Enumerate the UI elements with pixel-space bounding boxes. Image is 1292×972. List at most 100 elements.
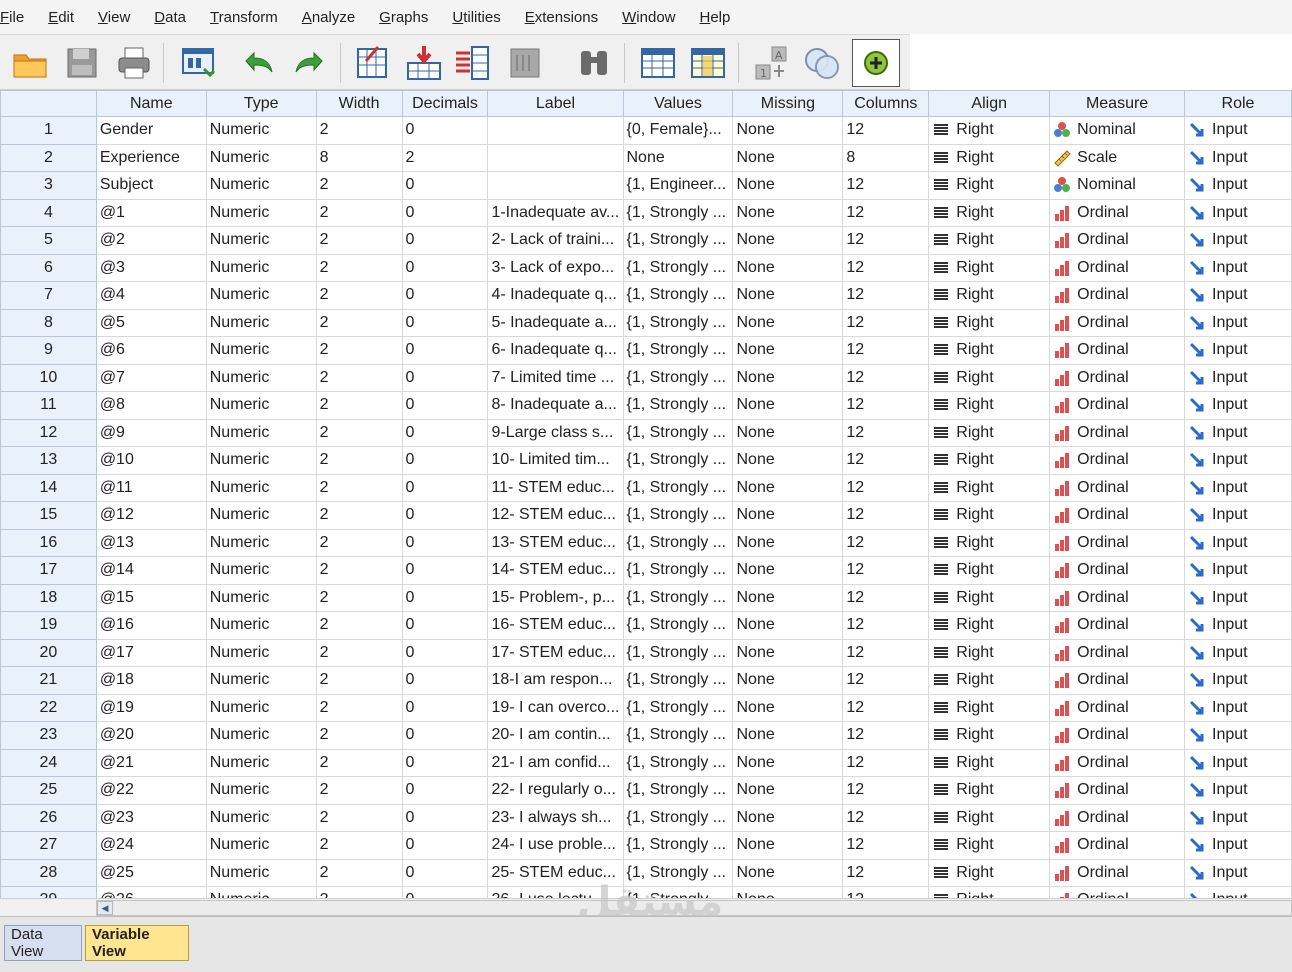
cell-missing[interactable]: None — [732, 611, 844, 640]
cell-decimals[interactable]: 0 — [401, 583, 489, 612]
cell-columns[interactable]: 12 — [842, 638, 930, 667]
cell-align[interactable]: Right — [928, 281, 1051, 310]
cell-measure[interactable]: Scale — [1049, 143, 1186, 172]
cell-name[interactable]: @26 — [95, 886, 207, 898]
cell-decimals[interactable]: 0 — [401, 721, 489, 750]
cell-values[interactable]: {1, Strongly ... — [622, 473, 734, 502]
cell-role[interactable]: Input — [1184, 116, 1292, 145]
cell-measure[interactable]: Ordinal — [1049, 803, 1186, 832]
menu-file[interactable]: File — [0, 0, 36, 34]
cell-type[interactable]: Numeric — [205, 666, 317, 695]
cell-values[interactable]: {1, Strongly ... — [622, 281, 734, 310]
cell-columns[interactable]: 12 — [842, 748, 930, 777]
cell-measure[interactable]: Ordinal — [1049, 776, 1186, 805]
cell-measure[interactable]: Ordinal — [1049, 253, 1186, 282]
cell-name[interactable]: @8 — [95, 391, 207, 420]
cell-missing[interactable]: None — [732, 831, 844, 860]
cell-name[interactable]: @4 — [95, 281, 207, 310]
menu-window[interactable]: Window — [610, 0, 687, 34]
cell-decimals[interactable]: 0 — [401, 253, 489, 282]
cell-width[interactable]: 2 — [315, 336, 403, 365]
cell-label[interactable]: 16- STEM educ... — [487, 611, 624, 640]
cell-measure[interactable]: Ordinal — [1049, 721, 1186, 750]
row-number[interactable]: 5 — [0, 226, 97, 255]
cell-align[interactable]: Right — [928, 666, 1051, 695]
cell-name[interactable]: @11 — [95, 473, 207, 502]
cell-missing[interactable]: None — [732, 308, 844, 337]
cell-missing[interactable]: None — [732, 556, 844, 585]
cell-values[interactable]: {1, Strongly ... — [622, 776, 734, 805]
cell-label[interactable]: 22- I regularly o... — [487, 776, 624, 805]
cell-name[interactable]: @2 — [95, 226, 207, 255]
cell-decimals[interactable]: 0 — [401, 748, 489, 777]
cell-name[interactable]: @18 — [95, 666, 207, 695]
cell-role[interactable]: Input — [1184, 308, 1292, 337]
cell-measure[interactable]: Ordinal — [1049, 858, 1186, 887]
cell-width[interactable]: 2 — [315, 666, 403, 695]
cell-width[interactable]: 2 — [315, 391, 403, 420]
cell-missing[interactable]: None — [732, 666, 844, 695]
cell-values[interactable]: {1, Strongly ... — [622, 666, 734, 695]
cell-measure[interactable]: Ordinal — [1049, 418, 1186, 447]
cell-missing[interactable]: None — [732, 501, 844, 530]
row-number[interactable]: 7 — [0, 281, 97, 310]
cell-name[interactable]: Experience — [95, 143, 207, 172]
cell-name[interactable]: @16 — [95, 611, 207, 640]
row-number[interactable]: 20 — [0, 638, 97, 667]
cell-label[interactable]: 12- STEM educ... — [487, 501, 624, 530]
menu-graphs[interactable]: Graphs — [367, 0, 440, 34]
cell-values[interactable]: {1, Strongly ... — [622, 308, 734, 337]
cell-values[interactable]: {1, Strongly ... — [622, 528, 734, 557]
cell-name[interactable]: @6 — [95, 336, 207, 365]
cell-missing[interactable]: None — [732, 281, 844, 310]
cell-role[interactable]: Input — [1184, 886, 1292, 898]
cell-name[interactable]: @14 — [95, 556, 207, 585]
cell-label[interactable] — [487, 143, 624, 172]
menu-utilities[interactable]: Utilities — [440, 0, 512, 34]
cell-width[interactable]: 2 — [315, 281, 403, 310]
add-ons-icon[interactable] — [852, 39, 900, 87]
cell-decimals[interactable]: 0 — [401, 693, 489, 722]
cell-width[interactable]: 2 — [315, 611, 403, 640]
cell-label[interactable]: 17- STEM educ... — [487, 638, 624, 667]
menu-view[interactable]: View — [86, 0, 142, 34]
cell-decimals[interactable]: 0 — [401, 666, 489, 695]
cell-align[interactable]: Right — [928, 473, 1051, 502]
row-number[interactable]: 8 — [0, 308, 97, 337]
cell-missing[interactable]: None — [732, 336, 844, 365]
cell-role[interactable]: Input — [1184, 721, 1292, 750]
insert-cases-icon[interactable] — [636, 41, 680, 85]
menu-transform[interactable]: Transform — [198, 0, 290, 34]
cell-label[interactable]: 8- Inadequate a... — [487, 391, 624, 420]
cell-role[interactable]: Input — [1184, 363, 1292, 392]
row-number[interactable]: 9 — [0, 336, 97, 365]
cell-align[interactable]: Right — [928, 253, 1051, 282]
cell-values[interactable]: {1, Strongly ... — [622, 336, 734, 365]
cell-role[interactable]: Input — [1184, 858, 1292, 887]
cell-type[interactable]: Numeric — [205, 253, 317, 282]
cell-decimals[interactable]: 0 — [401, 886, 489, 898]
cell-label[interactable] — [487, 171, 624, 200]
cell-width[interactable]: 2 — [315, 528, 403, 557]
row-number[interactable]: 4 — [0, 198, 97, 227]
cell-label[interactable]: 15- Problem-, p... — [487, 583, 624, 612]
cell-values[interactable]: None — [622, 143, 734, 172]
cell-decimals[interactable]: 0 — [401, 556, 489, 585]
cell-type[interactable]: Numeric — [205, 556, 317, 585]
cell-values[interactable]: {1, Strongly ... — [622, 638, 734, 667]
cell-measure[interactable]: Ordinal — [1049, 886, 1186, 898]
cell-values[interactable]: {1, Strongly ... — [622, 501, 734, 530]
cell-align[interactable]: Right — [928, 391, 1051, 420]
row-number[interactable]: 26 — [0, 803, 97, 832]
cell-missing[interactable]: None — [732, 198, 844, 227]
column-header-role[interactable]: Role — [1184, 90, 1292, 117]
cell-missing[interactable]: None — [732, 748, 844, 777]
cell-name[interactable]: @19 — [95, 693, 207, 722]
cell-role[interactable]: Input — [1184, 391, 1292, 420]
column-header-columns[interactable]: Columns — [842, 90, 930, 117]
cell-measure[interactable]: Ordinal — [1049, 666, 1186, 695]
cell-type[interactable]: Numeric — [205, 446, 317, 475]
row-number[interactable]: 10 — [0, 363, 97, 392]
cell-columns[interactable]: 12 — [842, 583, 930, 612]
cell-width[interactable]: 2 — [315, 226, 403, 255]
